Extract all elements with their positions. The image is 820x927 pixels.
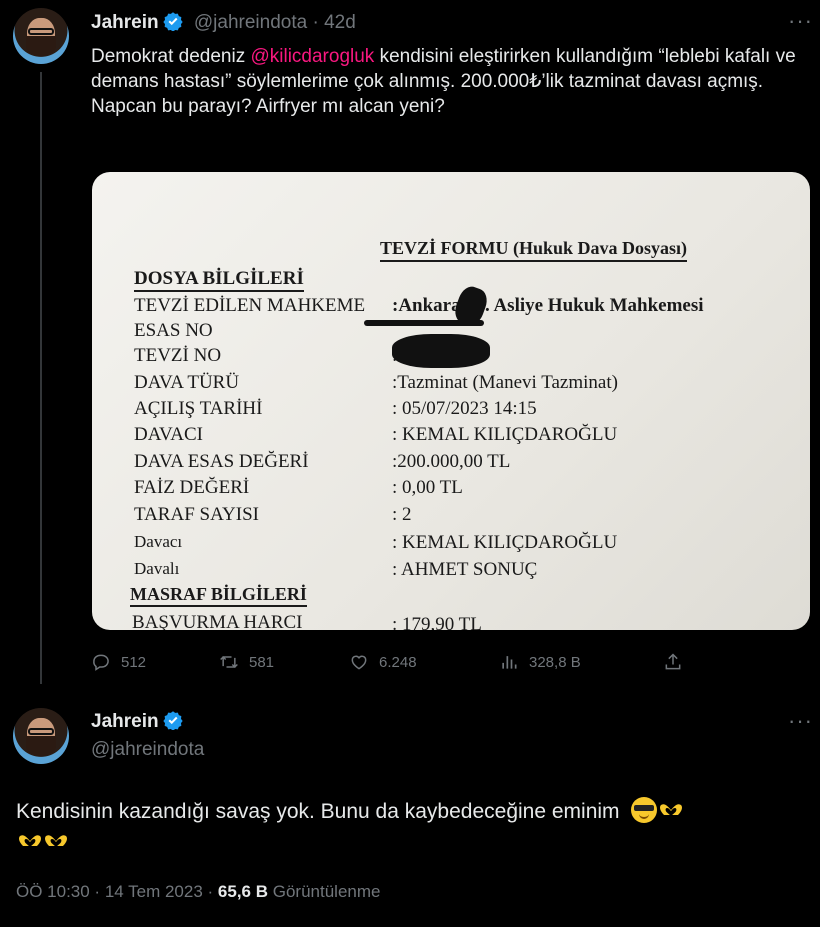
more-icon[interactable]: ···: [788, 708, 813, 734]
doc-row-label: Davacı: [134, 532, 183, 551]
doc-row-value: : AHMET SONUÇ: [392, 559, 538, 580]
redaction-scribble: [364, 320, 484, 326]
thread-line: [40, 72, 42, 684]
like-count: 6.248: [379, 653, 417, 671]
avatar[interactable]: [13, 708, 69, 764]
heart-hands-emoji-icon: [660, 804, 683, 816]
doc-row-label: AÇILIŞ TARİHİ: [134, 398, 263, 419]
views-button[interactable]: 328,8 B: [499, 652, 581, 672]
verified-badge-icon: [162, 12, 183, 31]
doc-row-label: BAŞVURMA HARCI: [132, 612, 303, 630]
heart-hands-emoji-icon: [19, 835, 41, 847]
doc-row-label: TEVZİ EDİLEN MAHKEME: [134, 295, 366, 316]
doc-row-label: DAVA ESAS DEĞERİ: [134, 451, 309, 472]
heart-hands-emoji-icon: [45, 835, 67, 847]
doc-row-label: DAVA TÜRÜ: [134, 372, 240, 393]
doc-row-value: . Asliye Hukuk Mahkemesi: [485, 295, 704, 316]
reply-count: 512: [121, 653, 147, 671]
doc-row-value: : KEMAL KILIÇDAROĞLU: [392, 424, 618, 445]
doc-row-label: Davalı: [134, 559, 180, 578]
views-count: 65,6 B: [217, 882, 269, 901]
verified-badge-icon: [162, 711, 183, 730]
doc-row-value: : 2: [392, 504, 412, 525]
views-count: 328,8 B: [529, 653, 581, 671]
retweet-count: 581: [249, 653, 275, 671]
tweet-text: Demokrat dedeniz @kilicdarogluk kendisin…: [91, 46, 796, 117]
doc-title: TEVZİ FORMU (Hukuk Dava Dosyası): [380, 238, 688, 262]
doc-row-label: FAİZ DEĞERİ: [134, 477, 250, 498]
tweet-meta: ÖÖ 10:30 · 14 Tem 2023 · 65,6 B Görüntül…: [16, 882, 380, 902]
avatar[interactable]: [13, 8, 69, 64]
doc-row-value: : 05/07/2023 14:15: [392, 398, 537, 419]
author-name[interactable]: Jahrein: [91, 710, 183, 733]
mention-link[interactable]: @kilicdarogluk: [250, 46, 374, 67]
author-name[interactable]: Jahrein: [91, 12, 159, 33]
tweet-age[interactable]: 42d: [324, 12, 356, 33]
doc-section-title: DOSYA BİLGİLERİ: [134, 268, 304, 292]
tweet-timestamp[interactable]: ÖÖ 10:30 · 14 Tem 2023 ·: [16, 882, 218, 901]
doc-row-value: : 0,00 TL: [392, 477, 463, 498]
doc-row-label: ESAS NO: [134, 320, 213, 341]
doc-row-value: :Ankara: [392, 295, 461, 316]
reply-icon: [93, 654, 109, 671]
like-button[interactable]: 6.248: [349, 652, 417, 672]
doc-row-label: TEVZİ NO: [134, 345, 222, 366]
retweet-button[interactable]: 581: [219, 652, 274, 672]
like-icon: [351, 655, 367, 670]
author-handle[interactable]: @jahreindota: [194, 12, 307, 33]
retweet-icon: [220, 655, 238, 669]
doc-section-title: MASRAF BİLGİLERİ: [130, 584, 307, 607]
doc-row-value: : KEMAL KILIÇDAROĞLU: [392, 532, 618, 553]
views-icon: [502, 656, 517, 669]
author-handle[interactable]: @jahreindota: [91, 739, 204, 761]
reply-button[interactable]: 512: [91, 652, 146, 672]
redaction-scribble: [392, 334, 490, 368]
doc-row-value: : 179,90 TL: [392, 614, 482, 630]
action-bar: 512 581 6.248 328,8 B: [91, 648, 691, 678]
share-button[interactable]: [663, 652, 693, 672]
doc-row-value: :Tazminat (Manevi Tazminat): [392, 372, 618, 393]
attached-image[interactable]: TEVZİ FORMU (Hukuk Dava Dosyası) DOSYA B…: [92, 172, 810, 630]
tweet-header: Jahrein @jahreindota · 42d: [91, 12, 356, 33]
doc-row-label: TARAF SAYISI: [134, 504, 260, 525]
views-label: Görüntülenme: [268, 882, 381, 901]
sunglasses-emoji-icon: [631, 797, 658, 823]
tweet-text: Kendisinin kazandığı savaş yok. Bunu da …: [16, 796, 806, 858]
doc-row-value: :200.000,00 TL: [392, 451, 511, 472]
doc-row-label: DAVACI: [134, 424, 203, 445]
share-icon: [665, 653, 681, 670]
more-icon[interactable]: ···: [788, 8, 813, 34]
